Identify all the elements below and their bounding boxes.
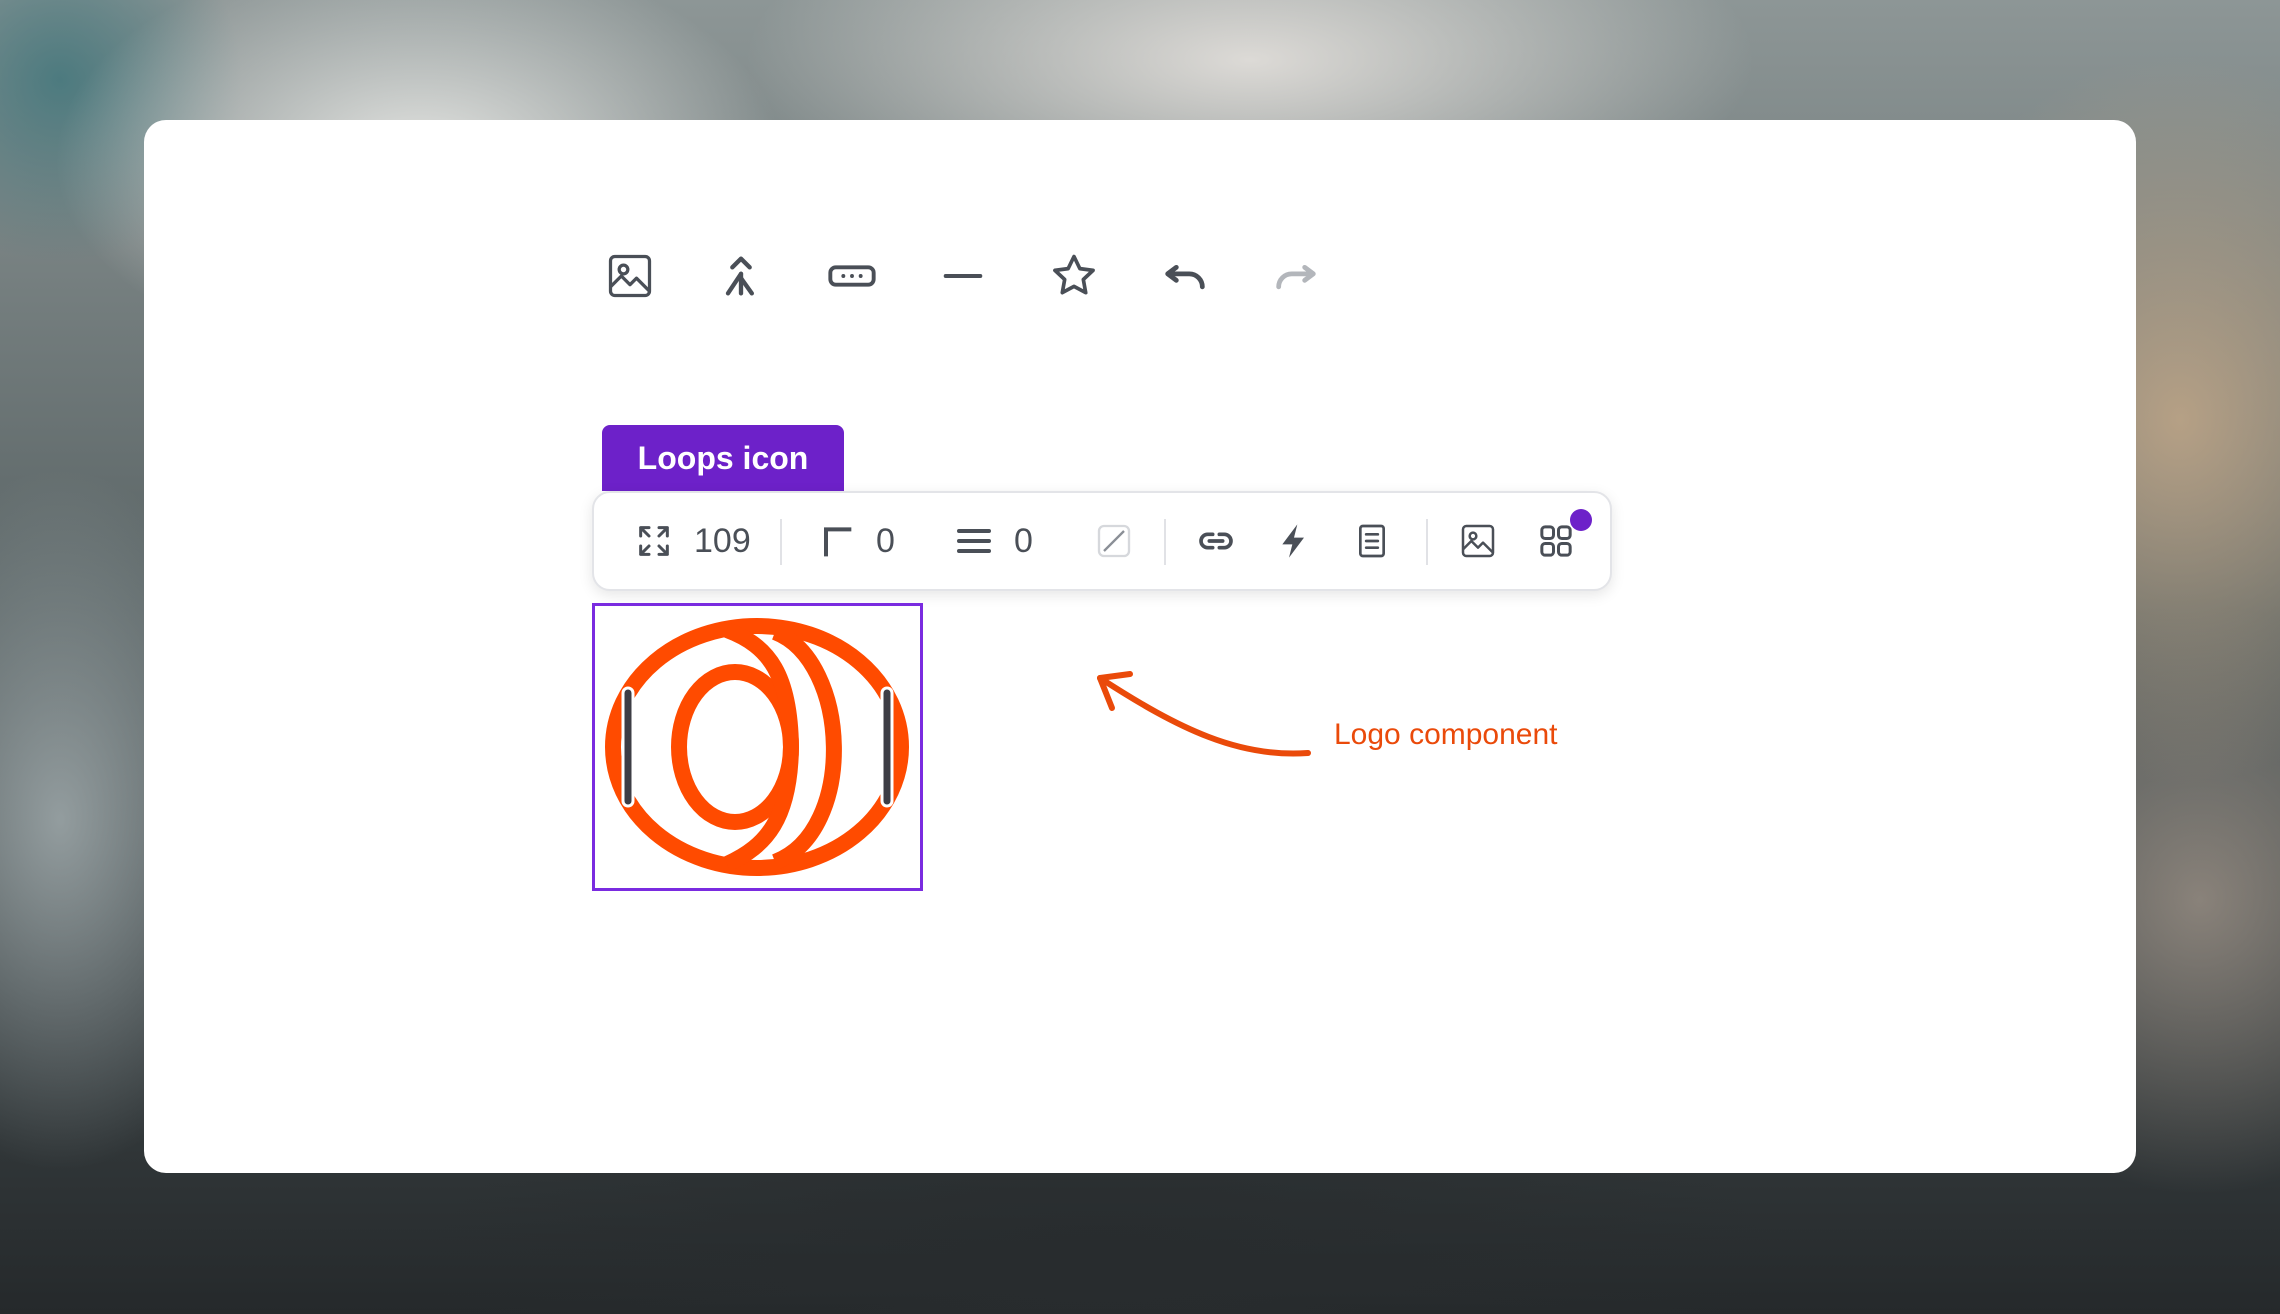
- star-icon: [1053, 254, 1095, 295]
- separator: [780, 519, 782, 565]
- undo-icon: [1165, 264, 1205, 290]
- insert-divider-button[interactable]: [923, 240, 1003, 312]
- fill-color-control[interactable]: [1094, 493, 1134, 589]
- merge-icon: [725, 256, 754, 296]
- expand-icon: [639, 526, 669, 556]
- document-button[interactable]: [1352, 493, 1392, 589]
- padding-icon: [957, 529, 991, 553]
- block-toolbar: [590, 240, 1367, 312]
- padding-value: 0: [1014, 521, 1033, 560]
- no-fill-icon: [1097, 524, 1131, 558]
- logo-component[interactable]: [592, 603, 923, 891]
- button-icon: [828, 265, 876, 287]
- undo-button[interactable]: [1145, 240, 1225, 312]
- loops-logo: [605, 618, 909, 876]
- redo-icon: [1276, 264, 1316, 290]
- components-button[interactable]: [1536, 493, 1576, 589]
- divider-icon: [943, 274, 983, 278]
- action-button[interactable]: [1274, 493, 1314, 589]
- insert-favorite-button[interactable]: [1034, 240, 1114, 312]
- insert-merge-button[interactable]: [701, 240, 781, 312]
- image-icon: [1461, 524, 1495, 558]
- redo-button[interactable]: [1256, 240, 1336, 312]
- insert-button-button[interactable]: [812, 240, 892, 312]
- size-value: 109: [694, 521, 751, 560]
- document-icon: [1359, 524, 1385, 558]
- components-icon: [1540, 525, 1572, 557]
- corner-radius-control[interactable]: 0: [816, 493, 895, 589]
- separator: [1164, 519, 1166, 565]
- notification-dot: [1570, 509, 1592, 531]
- separator: [1426, 519, 1428, 565]
- selected-block-label: Loops icon: [602, 425, 844, 491]
- radius-value: 0: [876, 521, 895, 560]
- annotation-label: Logo component: [1334, 718, 1558, 751]
- insert-image-button[interactable]: [590, 240, 670, 312]
- bolt-icon: [1282, 524, 1304, 558]
- image-icon: [608, 254, 652, 298]
- link-button[interactable]: [1196, 493, 1236, 589]
- padding-control[interactable]: 0: [954, 493, 1033, 589]
- replace-image-button[interactable]: [1458, 493, 1498, 589]
- corner-radius-icon: [824, 527, 852, 557]
- size-control[interactable]: 109: [634, 493, 751, 589]
- link-icon: [1199, 532, 1233, 550]
- properties-toolbar: 109 0 0: [592, 491, 1612, 591]
- annotation-arrow: [1097, 671, 1311, 757]
